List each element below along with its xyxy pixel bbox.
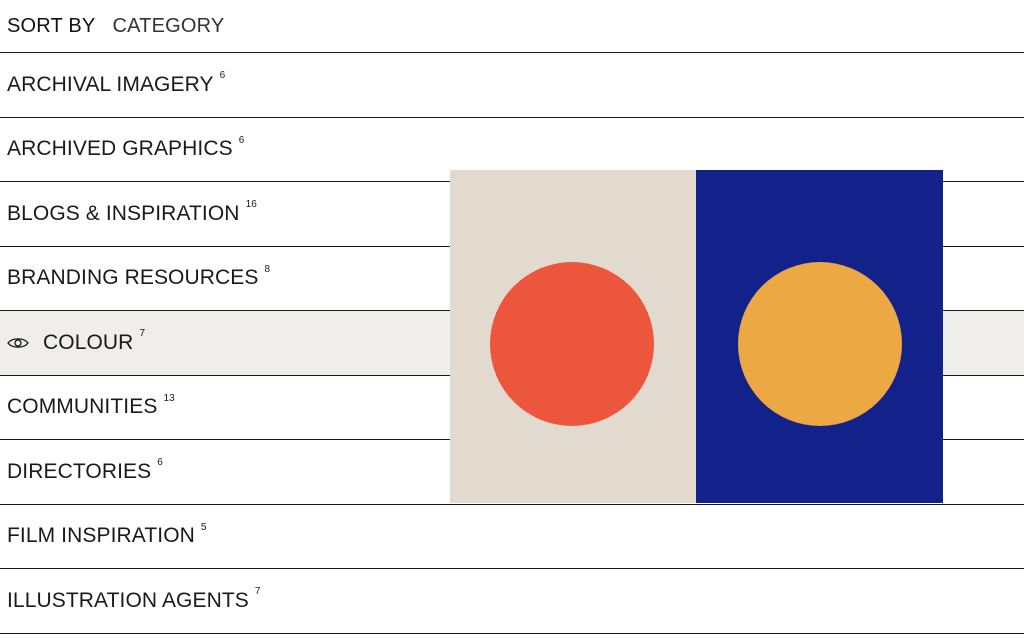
category-preview-image <box>450 170 943 503</box>
sort-category-option[interactable]: CATEGORY <box>112 15 224 38</box>
category-page: SORT BY CATEGORY ARCHIVAL IMAGERY 6 ARCH… <box>0 0 1024 638</box>
red-circle <box>490 262 654 426</box>
category-count: 7 <box>139 328 146 340</box>
category-label: ARCHIVAL IMAGERY <box>7 72 214 96</box>
category-label: BLOGS & INSPIRATION <box>7 201 240 225</box>
category-label: FILM INSPIRATION <box>7 524 195 548</box>
category-label: ILLUSTRATION AGENTS <box>7 588 249 612</box>
preview-left-panel <box>450 170 696 503</box>
category-count: 6 <box>157 457 163 469</box>
preview-right-panel <box>696 170 943 503</box>
sort-by-label: SORT BY <box>7 14 96 37</box>
category-count: 7 <box>254 586 261 598</box>
category-count: 16 <box>245 199 257 211</box>
category-label: BRANDING RESOURCES <box>7 266 259 290</box>
category-count: 6 <box>238 134 245 146</box>
category-row-film-inspiration[interactable]: FILM INSPIRATION 5 <box>0 505 1024 569</box>
sort-bar: SORT BY CATEGORY <box>0 0 1024 53</box>
category-label: COMMUNITIES <box>7 395 158 419</box>
category-count: 6 <box>219 70 226 82</box>
eye-icon <box>7 335 29 351</box>
category-label: ARCHIVED GRAPHICS <box>7 137 233 161</box>
category-label: COLOUR <box>43 330 134 354</box>
category-row-illustration-agents[interactable]: ILLUSTRATION AGENTS 7 <box>0 569 1024 634</box>
category-label: DIRECTORIES <box>7 459 152 483</box>
category-count: 5 <box>200 521 207 533</box>
yellow-circle <box>738 262 902 426</box>
category-count: 8 <box>264 263 271 275</box>
category-row-archival-imagery[interactable]: ARCHIVAL IMAGERY 6 <box>0 53 1024 118</box>
category-count: 13 <box>163 392 175 404</box>
